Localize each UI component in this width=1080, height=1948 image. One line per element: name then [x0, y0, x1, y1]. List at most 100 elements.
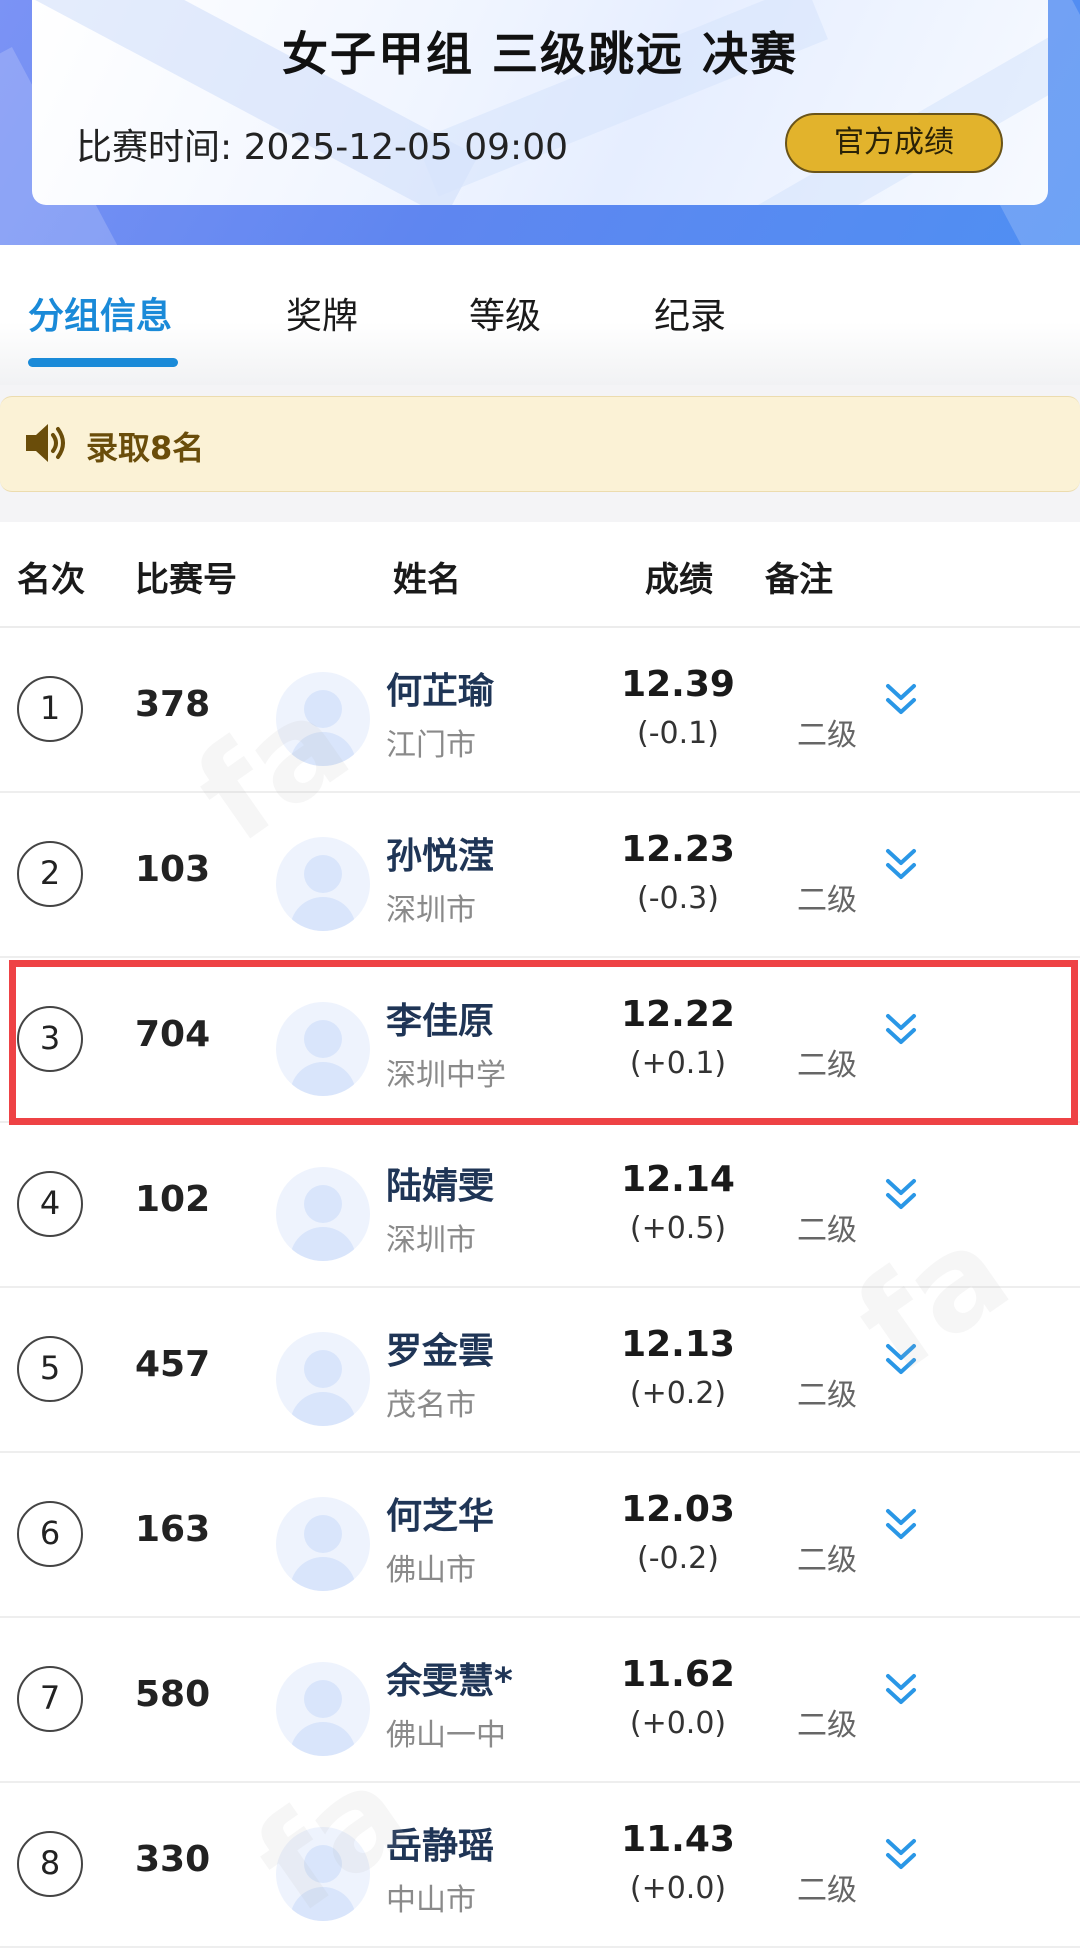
grade-note: 二级 [797, 718, 857, 753]
bib-number: 457 [135, 1344, 211, 1385]
table-header: 名次 比赛号 姓名 成绩 备注 [0, 522, 1080, 628]
speaker-icon [26, 424, 65, 462]
rank-badge: 3 [17, 1006, 83, 1072]
official-results-button[interactable]: 官方成绩 [785, 113, 1003, 173]
expand-chevron-icon[interactable] [883, 1010, 919, 1050]
athlete-name: 何芷瑜 [386, 671, 495, 712]
tab-grades[interactable]: 等级 [469, 287, 541, 339]
bib-number: 163 [135, 1509, 211, 1550]
result-mark: 12.14 [621, 1159, 735, 1200]
bib-number: 102 [135, 1179, 211, 1220]
avatar [276, 837, 370, 931]
avatar [276, 1002, 370, 1096]
grade-note: 二级 [797, 1873, 857, 1908]
athlete-club: 深圳中学 [386, 1058, 506, 1093]
rank-badge: 5 [17, 1336, 83, 1402]
rank-badge: 8 [17, 1831, 83, 1897]
grade-note: 二级 [797, 1543, 857, 1578]
athlete-club: 江门市 [386, 728, 476, 763]
rank-badge: 4 [17, 1171, 83, 1237]
athlete-club: 深圳市 [386, 893, 476, 928]
avatar [276, 1662, 370, 1756]
rank-badge: 7 [17, 1666, 83, 1732]
event-time-label: 比赛时间: [76, 127, 233, 168]
wind-reading: (+0.0) [629, 1871, 727, 1906]
athlete-club: 深圳市 [386, 1223, 476, 1258]
athlete-name: 何芝华 [386, 1496, 495, 1537]
rank-badge: 1 [17, 676, 83, 742]
table-row-4[interactable]: 4 102 陆婧雯 深圳市 12.14 (+0.5) 二级 [0, 1123, 1080, 1288]
table-row-8[interactable]: 8 330 岳静瑶 中山市 11.43 (+0.0) 二级 [0, 1783, 1080, 1948]
header-note: 备注 [765, 560, 833, 600]
bib-number: 330 [135, 1839, 211, 1880]
header-mark: 成绩 [645, 560, 713, 600]
event-title: 女子甲组 三级跳远 决赛 [281, 27, 799, 81]
grade-note: 二级 [797, 883, 857, 918]
result-mark: 12.22 [621, 994, 735, 1035]
expand-chevron-icon[interactable] [883, 1670, 919, 1710]
wind-reading: (-0.1) [637, 716, 719, 751]
avatar [276, 1167, 370, 1261]
event-time-value: 2025-12-05 09:00 [243, 127, 568, 168]
tab-records[interactable]: 纪录 [654, 287, 726, 339]
avatar [276, 1827, 370, 1921]
bib-number: 378 [135, 684, 211, 725]
table-row-7[interactable]: 7 580 余雯慧* 佛山一中 11.62 (+0.0) 二级 [0, 1618, 1080, 1783]
grade-note: 二级 [797, 1378, 857, 1413]
expand-chevron-icon[interactable] [883, 1505, 919, 1545]
notice-bar: 录取8名 [0, 396, 1080, 492]
result-mark: 12.03 [621, 1489, 735, 1530]
expand-chevron-icon[interactable] [883, 1835, 919, 1875]
result-mark: 12.23 [621, 829, 735, 870]
grade-note: 二级 [797, 1708, 857, 1743]
bib-number: 580 [135, 1674, 211, 1715]
athlete-name: 罗金雲 [386, 1331, 495, 1372]
grade-note: 二级 [797, 1213, 857, 1248]
result-mark: 12.13 [621, 1324, 735, 1365]
wind-reading: (+0.2) [629, 1376, 727, 1411]
expand-chevron-icon[interactable] [883, 1175, 919, 1215]
athlete-club: 佛山一中 [386, 1718, 506, 1753]
athlete-name: 余雯慧* [386, 1661, 513, 1702]
table-row-3[interactable]: 3 704 李佳原 深圳中学 12.22 (+0.1) 二级 [0, 958, 1080, 1123]
notice-text: 录取8名 [86, 429, 205, 467]
avatar [276, 1332, 370, 1426]
athlete-club: 中山市 [386, 1883, 476, 1918]
table-row-6[interactable]: 6 163 何芝华 佛山市 12.03 (-0.2) 二级 [0, 1453, 1080, 1618]
tab-bar: 分组信息 奖牌 等级 纪录 [0, 245, 1080, 385]
expand-chevron-icon[interactable] [883, 845, 919, 885]
athlete-name: 陆婧雯 [386, 1166, 495, 1207]
tab-medals[interactable]: 奖牌 [286, 287, 358, 339]
event-time: 比赛时间: 2025-12-05 09:00 [76, 118, 568, 170]
event-banner: 女子甲组 三级跳远 决赛 比赛时间: 2025-12-05 09:00 官方成绩 [0, 0, 1080, 245]
table-row-1[interactable]: 1 378 何芷瑜 江门市 12.39 (-0.1) 二级 [0, 628, 1080, 793]
grade-note: 二级 [797, 1048, 857, 1083]
result-mark: 11.43 [621, 1819, 735, 1860]
bib-number: 103 [135, 849, 211, 890]
header-name: 姓名 [393, 560, 461, 600]
rank-badge: 2 [17, 841, 83, 907]
results-table: 名次 比赛号 姓名 成绩 备注 1 378 何芷瑜 江门市 12.39 (-0.… [0, 522, 1080, 1948]
wind-reading: (+0.0) [629, 1706, 727, 1741]
wind-reading: (+0.1) [629, 1046, 727, 1081]
expand-chevron-icon[interactable] [883, 680, 919, 720]
athlete-name: 孙悦滢 [386, 836, 495, 877]
athlete-name: 李佳原 [386, 1001, 495, 1042]
athlete-name: 岳静瑶 [386, 1826, 495, 1867]
header-bib: 比赛号 [135, 560, 237, 600]
expand-chevron-icon[interactable] [883, 1340, 919, 1380]
avatar [276, 1497, 370, 1591]
rank-badge: 6 [17, 1501, 83, 1567]
athlete-club: 茂名市 [386, 1388, 476, 1423]
result-mark: 12.39 [621, 664, 735, 705]
athlete-club: 佛山市 [386, 1553, 476, 1588]
wind-reading: (-0.2) [637, 1541, 719, 1576]
header-rank: 名次 [17, 560, 85, 600]
tab-group-info[interactable]: 分组信息 [28, 287, 172, 339]
result-mark: 11.62 [621, 1654, 735, 1695]
active-tab-indicator [28, 358, 178, 367]
avatar [276, 672, 370, 766]
bib-number: 704 [135, 1014, 211, 1055]
table-row-2[interactable]: 2 103 孙悦滢 深圳市 12.23 (-0.3) 二级 [0, 793, 1080, 958]
table-row-5[interactable]: 5 457 罗金雲 茂名市 12.13 (+0.2) 二级 [0, 1288, 1080, 1453]
